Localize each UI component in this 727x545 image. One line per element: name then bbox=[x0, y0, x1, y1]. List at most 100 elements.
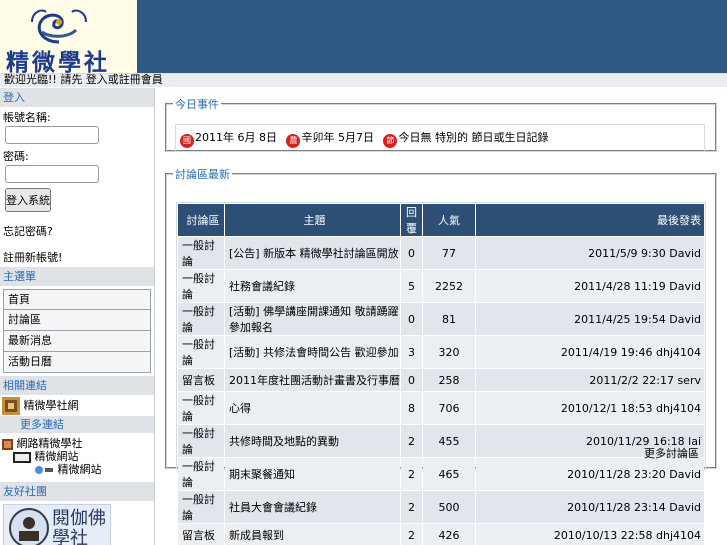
row-last-post: 2010/10/13 22:58 dhj4104 bbox=[476, 524, 704, 545]
table-row: 一般討論 [活動] 佛學講座開課通知 敬請踴躍參加報名 0 81 2011/4/25 1… bbox=[178, 303, 704, 335]
row-topic-title[interactable]: 2011年度社團活動計畫書及行事曆 bbox=[225, 369, 400, 391]
row-topic-title[interactable]: 新成員報到 bbox=[225, 524, 400, 545]
column-header-views[interactable]: 人氣 bbox=[423, 204, 475, 236]
row-topic-title[interactable]: 社員大會會議紀錄 bbox=[225, 491, 400, 523]
link-label-3: 網路精微學社 bbox=[16, 437, 83, 450]
row-view-count: 77 bbox=[423, 237, 475, 269]
register-link[interactable]: 註冊新帳號! bbox=[0, 251, 154, 264]
link-more[interactable]: 更多連結 bbox=[0, 416, 154, 433]
row-last-post: 2011/4/19 19:46 dhj4104 bbox=[476, 336, 704, 368]
forum-latest-panel: 討論區最新 討論區 主題 回覆 人氣 最後發表 一般討論 [公告] 新版本 精微學… bbox=[165, 166, 717, 545]
row-forum-name[interactable]: 一般討論 bbox=[178, 237, 224, 269]
link-row-3[interactable]: 網路精微學社 bbox=[0, 437, 154, 450]
username-label: 帳號名稱: bbox=[3, 111, 51, 124]
link-label-4: 精微網站 bbox=[34, 450, 79, 463]
holiday-icon: 節 bbox=[383, 134, 398, 148]
link-more-label: 更多連結 bbox=[20, 418, 64, 431]
row-last-post: 2011/4/25 19:54 David bbox=[476, 303, 704, 335]
table-row: 一般討論 社員大會會議紀錄 2 500 2010/11/28 23:14 David bbox=[178, 491, 704, 523]
menu-item-forum[interactable]: 討論區 bbox=[3, 310, 151, 331]
link-thumbnail-icon bbox=[2, 397, 20, 415]
row-reply-count: 2 bbox=[401, 425, 422, 457]
column-header-forum[interactable]: 討論區 bbox=[178, 204, 224, 236]
row-view-count: 320 bbox=[423, 336, 475, 368]
row-reply-count: 8 bbox=[401, 392, 422, 424]
row-forum-name[interactable]: 一般討論 bbox=[178, 336, 224, 368]
row-reply-count: 2 bbox=[401, 524, 422, 545]
link-row-1[interactable]: 精微學社網 bbox=[0, 397, 154, 416]
table-row: 留言板 2011年度社團活動計畫書及行事曆 0 258 2011/2/2 22:17 s… bbox=[178, 369, 704, 391]
row-last-post: 2010/11/28 23:14 David bbox=[476, 491, 704, 523]
menu-item-news[interactable]: 最新消息 bbox=[3, 331, 151, 352]
table-row: 一般討論 共修時間及地點的異動 2 455 2010/11/29 16:18 lai bbox=[178, 425, 704, 457]
row-topic-title[interactable]: 心得 bbox=[225, 392, 400, 424]
row-reply-count: 0 bbox=[401, 303, 422, 335]
today-events-legend: 今日事件 bbox=[175, 98, 219, 111]
row-view-count: 465 bbox=[423, 458, 475, 490]
table-row: 一般討論 心得 8 706 2010/12/1 18:53 dhj4104 bbox=[178, 392, 704, 424]
link-row-4[interactable]: 精微網站 bbox=[0, 450, 154, 463]
link-label-5: 精微網站 bbox=[57, 463, 102, 476]
row-topic-title[interactable]: 期末聚餐通知 bbox=[225, 458, 400, 490]
forgot-password-link[interactable]: 忘記密碼? bbox=[0, 225, 154, 238]
table-row: 一般討論 [活動] 共修法會時間公告 歡迎參加 3 320 2011/4/19 19:4… bbox=[178, 336, 704, 368]
row-last-post: 2010/12/1 18:53 dhj4104 bbox=[476, 392, 704, 424]
column-header-last-post[interactable]: 最後發表 bbox=[476, 204, 704, 236]
main-content: 今日事件 國 2011年 6月 8日 農辛卯年 5月7日 節今日無 特別的 節日或… bbox=[155, 88, 727, 545]
holiday-note: 今日無 特別的 節日或生日記錄 bbox=[398, 131, 549, 144]
links-section-title: 相關連結 bbox=[0, 376, 154, 395]
link-row-5[interactable]: 精微網站 bbox=[0, 463, 154, 476]
row-view-count: 426 bbox=[423, 524, 475, 545]
row-forum-name[interactable]: 一般討論 bbox=[178, 425, 224, 457]
password-input[interactable] bbox=[5, 165, 99, 183]
row-forum-name[interactable]: 留言板 bbox=[178, 524, 224, 545]
row-view-count: 81 bbox=[423, 303, 475, 335]
row-forum-name[interactable]: 一般討論 bbox=[178, 392, 224, 424]
row-view-count: 258 bbox=[423, 369, 475, 391]
forum-table-wrapper: 討論區 主題 回覆 人氣 最後發表 一般討論 [公告] 新版本 精微學社討論區開放… bbox=[176, 202, 706, 545]
row-last-post: 2010/11/28 23:20 David bbox=[476, 458, 704, 490]
logo-text: 精微學社 bbox=[6, 49, 110, 76]
table-row: 留言板 新成員報到 2 426 2010/10/13 22:58 dhj4104 bbox=[178, 524, 704, 545]
row-forum-name[interactable]: 一般討論 bbox=[178, 303, 224, 335]
row-topic-title[interactable]: [活動] 共修法會時間公告 歡迎參加 bbox=[225, 336, 400, 368]
row-last-post: 2011/2/2 22:17 serv bbox=[476, 369, 704, 391]
login-button[interactable]: 登入系統 bbox=[5, 188, 51, 212]
row-topic-title[interactable]: 社務會議紀錄 bbox=[225, 270, 400, 302]
partner-banner[interactable]: 閱伽佛學社 bbox=[3, 504, 111, 545]
site-logo[interactable]: 精微學社 bbox=[0, 0, 137, 76]
row-forum-name[interactable]: 留言板 bbox=[178, 369, 224, 391]
row-view-count: 500 bbox=[423, 491, 475, 523]
row-last-post: 2011/4/28 11:19 David bbox=[476, 270, 704, 302]
logo-emblem-icon bbox=[31, 9, 87, 44]
table-row: 一般討論 社務會議紀錄 5 2252 2011/4/28 11:19 David bbox=[178, 270, 704, 302]
row-reply-count: 2 bbox=[401, 491, 422, 523]
row-view-count: 706 bbox=[423, 392, 475, 424]
row-topic-title[interactable]: 共修時間及地點的異動 bbox=[225, 425, 400, 457]
menu-item-calendar[interactable]: 活動日曆 bbox=[3, 352, 151, 373]
national-calendar-icon: 國 bbox=[180, 134, 194, 148]
row-forum-name[interactable]: 一般討論 bbox=[178, 491, 224, 523]
welcome-message: 歡迎光臨!! 請先 登入或註冊會員 bbox=[4, 73, 163, 86]
more-forum-link[interactable]: 更多討論區 bbox=[644, 445, 699, 461]
forum-latest-legend: 討論區最新 bbox=[175, 168, 230, 181]
row-reply-count: 5 bbox=[401, 270, 422, 302]
column-header-topic[interactable]: 主題 bbox=[225, 204, 400, 236]
solar-date: 2011年 6月 8日 bbox=[195, 131, 277, 144]
forum-table-header: 討論區 主題 回覆 人氣 最後發表 bbox=[178, 204, 704, 236]
row-forum-name[interactable]: 一般討論 bbox=[178, 270, 224, 302]
row-forum-name[interactable]: 一般討論 bbox=[178, 458, 224, 490]
today-events-panel: 今日事件 國 2011年 6月 8日 農辛卯年 5月7日 節今日無 特別的 節日或… bbox=[165, 96, 717, 152]
row-topic-title[interactable]: [公告] 新版本 精微學社討論區開放 bbox=[225, 237, 400, 269]
partner-emblem-icon bbox=[9, 508, 49, 545]
username-input[interactable] bbox=[5, 126, 99, 144]
partners-section-title: 友好社團 bbox=[0, 482, 154, 501]
menu-item-home[interactable]: 首頁 bbox=[3, 289, 151, 310]
row-reply-count: 0 bbox=[401, 237, 422, 269]
row-last-post: 2011/5/9 9:30 David bbox=[476, 237, 704, 269]
globe-icon bbox=[35, 466, 53, 474]
column-header-replies[interactable]: 回覆 bbox=[401, 204, 422, 236]
lunar-calendar-icon: 農 bbox=[286, 134, 301, 148]
row-topic-title[interactable]: [活動] 佛學講座開課通知 敬請踴躍參加報名 bbox=[225, 303, 400, 335]
row-view-count: 2252 bbox=[423, 270, 475, 302]
